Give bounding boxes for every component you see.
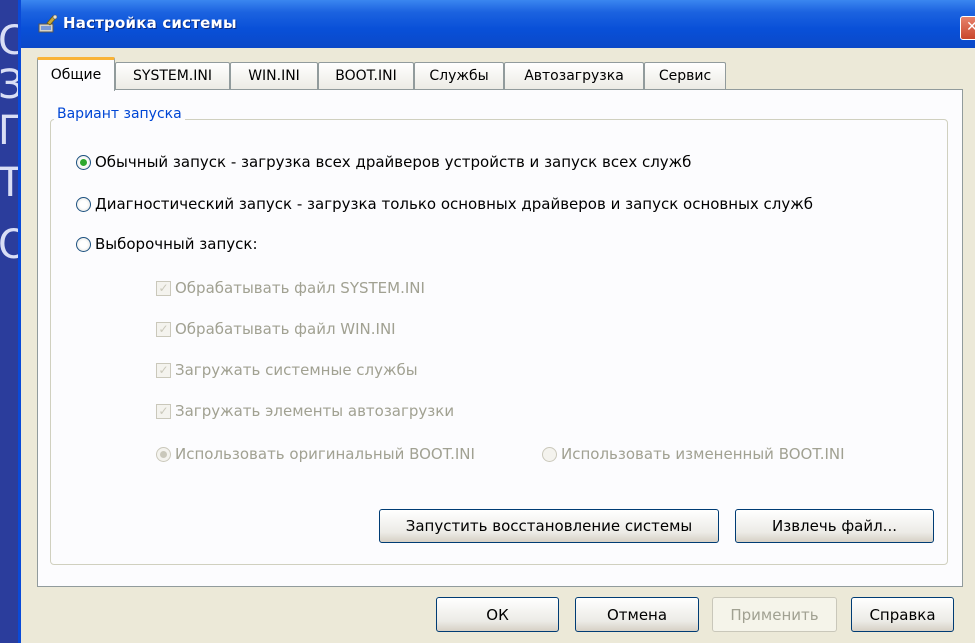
modified-boot-ini-option: Использовать измененный BOOT.INI xyxy=(542,443,845,465)
original-boot-ini-radio xyxy=(156,446,171,462)
process-system-ini-label: Обрабатывать файл SYSTEM.INI xyxy=(175,279,425,297)
general-tab-panel: Вариант запуска Обычный запуск - загрузк… xyxy=(37,89,963,587)
system-configuration-window: Настройка системы ✕ Общие SYSTEM.INI WIN… xyxy=(18,0,975,643)
load-system-services-label: Загружать системные службы xyxy=(175,361,418,379)
msconfig-icon xyxy=(38,14,58,33)
modified-boot-ini-label: Использовать измененный BOOT.INI xyxy=(561,445,845,463)
tab-win-ini[interactable]: WIN.INI xyxy=(230,62,318,89)
normal-startup-option[interactable]: Обычный запуск - загрузка всех драйверов… xyxy=(76,151,691,173)
diagnostic-startup-option[interactable]: Диагностический запуск - загрузка только… xyxy=(76,193,813,215)
window-title: Настройка системы xyxy=(63,14,237,32)
checkmark-icon: ✓ xyxy=(156,280,171,296)
process-win-ini-option: ✓ Обрабатывать файл WIN.INI xyxy=(156,318,396,340)
tab-startup[interactable]: Автозагрузка xyxy=(504,62,644,89)
cancel-button[interactable]: Отмена xyxy=(575,597,699,632)
tab-services[interactable]: Службы xyxy=(414,62,504,89)
title-bar[interactable]: Настройка системы ✕ xyxy=(21,0,975,48)
tab-tools[interactable]: Сервис xyxy=(644,62,726,89)
normal-startup-radio[interactable] xyxy=(76,154,91,170)
load-startup-items-option: ✓ Загружать элементы автозагрузки xyxy=(156,400,454,422)
modified-boot-ini-radio xyxy=(542,446,557,462)
extract-file-button[interactable]: Извлечь файл... xyxy=(735,509,934,543)
selective-startup-option[interactable]: Выборочный запуск: xyxy=(76,233,258,255)
diagnostic-startup-radio[interactable] xyxy=(76,196,91,212)
tab-general[interactable]: Общие xyxy=(37,57,115,91)
process-win-ini-label: Обрабатывать файл WIN.INI xyxy=(175,320,396,338)
normal-startup-label: Обычный запуск - загрузка всех драйверов… xyxy=(95,153,692,171)
diagnostic-startup-label: Диагностический запуск - загрузка только… xyxy=(95,195,814,213)
launch-system-restore-button[interactable]: Запустить восстановление системы xyxy=(379,509,719,543)
original-boot-ini-label: Использовать оригинальный BOOT.INI xyxy=(175,445,475,463)
apply-button: Применить xyxy=(712,597,837,632)
checkmark-icon: ✓ xyxy=(156,403,171,419)
ok-button[interactable]: ОК xyxy=(436,597,559,632)
load-startup-items-label: Загружать элементы автозагрузки xyxy=(175,402,455,420)
help-button[interactable]: Справка xyxy=(851,597,954,632)
selective-startup-radio[interactable] xyxy=(76,236,91,252)
startup-group-label: Вариант запуска xyxy=(54,106,185,122)
startup-selection-group xyxy=(50,119,948,565)
load-system-services-option: ✓ Загружать системные службы xyxy=(156,359,418,381)
tab-boot-ini[interactable]: BOOT.INI xyxy=(318,62,414,89)
checkmark-icon: ✓ xyxy=(156,362,171,378)
checkmark-icon: ✓ xyxy=(156,321,171,337)
close-button[interactable]: ✕ xyxy=(960,16,975,40)
selective-startup-label: Выборочный запуск: xyxy=(95,235,258,253)
process-system-ini-option: ✓ Обрабатывать файл SYSTEM.INI xyxy=(156,277,425,299)
original-boot-ini-option: Использовать оригинальный BOOT.INI xyxy=(156,443,475,465)
tab-system-ini[interactable]: SYSTEM.INI xyxy=(115,62,230,89)
